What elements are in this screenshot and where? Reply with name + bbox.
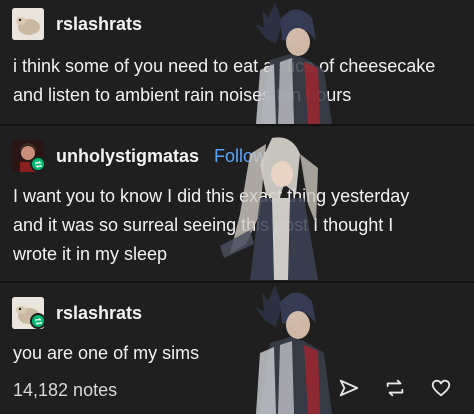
post-3-text: you are one of my sims xyxy=(13,339,199,368)
post-3-username[interactable]: rslashrats xyxy=(56,303,142,324)
post-2-line-3: wrote it in my sleep xyxy=(13,244,168,264)
post-2-text: I want you to know I did this exact thin… xyxy=(13,182,409,269)
follow-button[interactable]: Follow xyxy=(214,146,266,167)
post-2-username[interactable]: unholystigmatas xyxy=(56,146,199,167)
post-2-line-1: I want you to know I did this exact thin… xyxy=(13,186,410,206)
post-1-line-1: i think some of you need to eat a slice … xyxy=(13,56,436,76)
post-2: unholystigmatas Follow I want you to kno… xyxy=(0,126,474,282)
reblog-icon[interactable] xyxy=(384,377,406,399)
like-icon[interactable] xyxy=(430,377,452,399)
share-icon[interactable] xyxy=(338,377,360,399)
post-1: rslashrats i think some of you need to e… xyxy=(0,0,474,136)
reblog-badge-icon xyxy=(30,156,46,172)
post-1-text: i think some of you need to eat a slice … xyxy=(13,52,435,110)
avatar-rslashrats[interactable] xyxy=(12,8,44,40)
post-2-line-2: and it was so surreal seeing this post I… xyxy=(13,215,394,235)
reblog-badge-icon-2 xyxy=(30,313,46,329)
post-3-line-1: you are one of my sims xyxy=(13,343,200,363)
post-1-username[interactable]: rslashrats xyxy=(56,14,142,35)
post-1-line-2: and listen to ambient rain noises ten ho… xyxy=(13,85,352,105)
notes-count[interactable]: 14,182 notes xyxy=(13,380,117,401)
